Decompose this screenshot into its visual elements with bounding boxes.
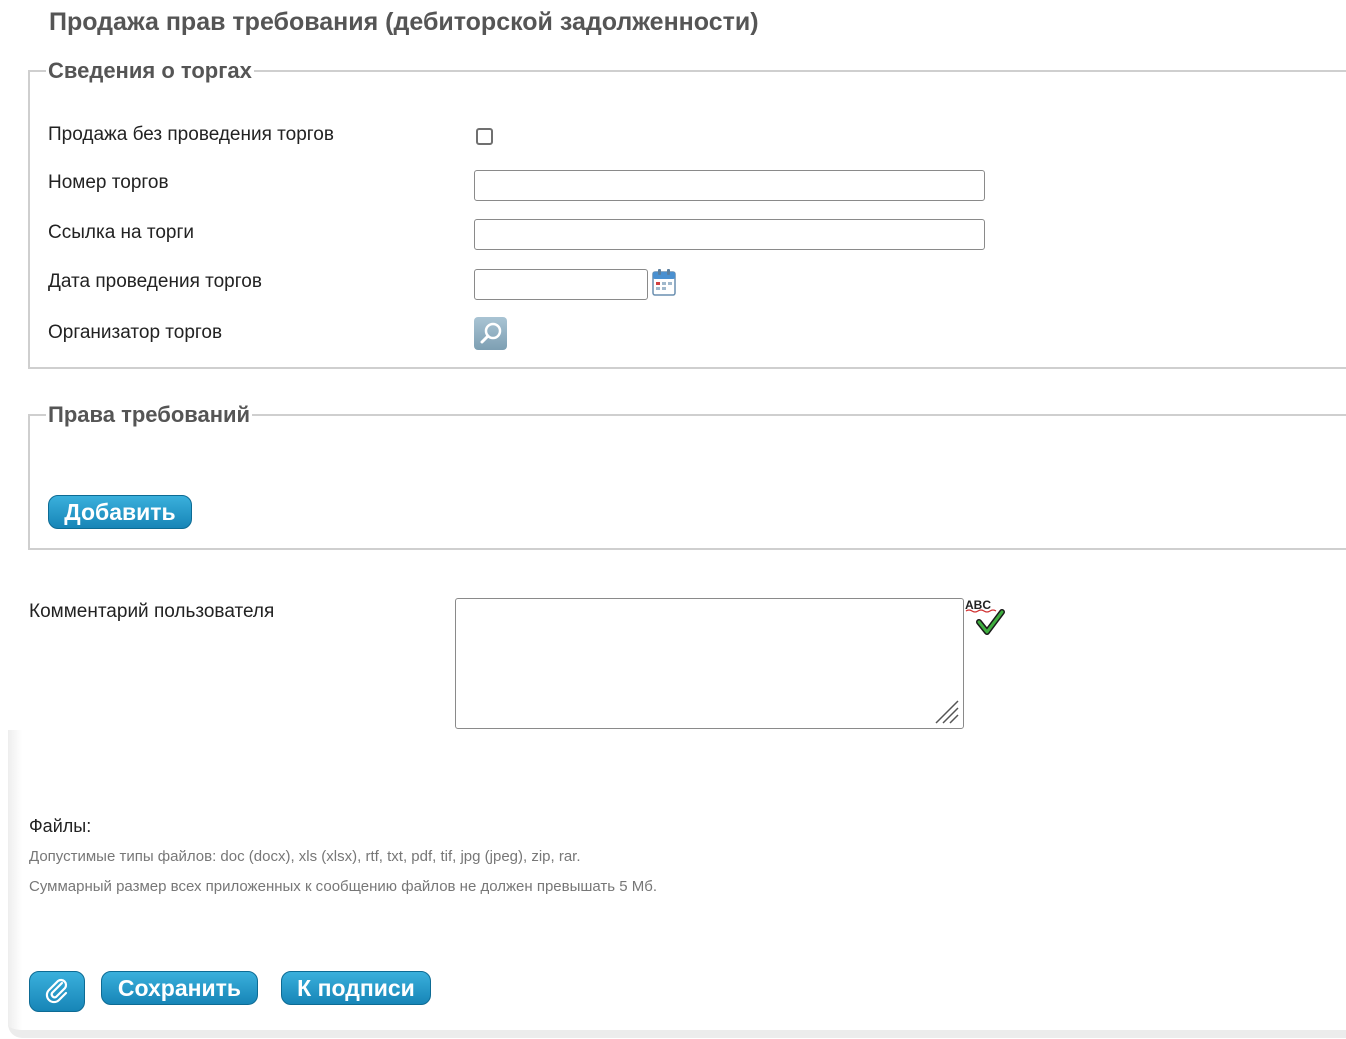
no-auction-label: Продажа без проведения торгов (48, 124, 334, 145)
add-claim-button[interactable]: Добавить (48, 495, 192, 529)
resize-grip-icon[interactable] (930, 695, 960, 725)
auction-number-label: Номер торгов (48, 172, 169, 193)
save-button[interactable]: Сохранить (101, 971, 258, 1005)
auction-link-input[interactable] (474, 219, 985, 250)
page: Продажа прав требования (дебиторской зад… (0, 0, 1346, 1039)
auction-info-legend: Сведения о торгах (48, 58, 252, 83)
files-label: Файлы: (29, 816, 92, 836)
auction-date-input[interactable] (474, 269, 648, 300)
auction-date-label: Дата проведения торгов (48, 271, 262, 292)
file-size-limit-note: Суммарный размер всех приложенных к сооб… (29, 878, 658, 895)
paperclip-icon (45, 978, 68, 1004)
calendar-icon[interactable] (652, 268, 676, 296)
claims-legend: Права требований (48, 402, 251, 427)
claims-fieldset: Права требований (28, 402, 1346, 550)
allowed-file-types-note: Допустимые типы файлов: doc (docx), xls … (29, 848, 581, 865)
no-auction-checkbox[interactable] (476, 128, 493, 145)
auction-organizer-label: Организатор торгов (48, 322, 223, 343)
auction-info-fieldset: Сведения о торгах (28, 58, 1346, 369)
send-to-sign-button[interactable]: К подписи (281, 971, 431, 1005)
magnifier-icon (480, 322, 502, 344)
comment-textarea[interactable] (455, 598, 964, 729)
page-title: Продажа прав требования (дебиторской зад… (49, 8, 759, 36)
spellcheck-icon[interactable]: ABC (964, 598, 1006, 638)
organizer-search-button[interactable] (474, 317, 507, 350)
auction-number-input[interactable] (474, 170, 985, 201)
auction-link-label: Ссылка на торги (48, 222, 195, 243)
attach-file-button[interactable] (29, 971, 85, 1012)
comment-label: Комментарий пользователя (29, 601, 275, 622)
